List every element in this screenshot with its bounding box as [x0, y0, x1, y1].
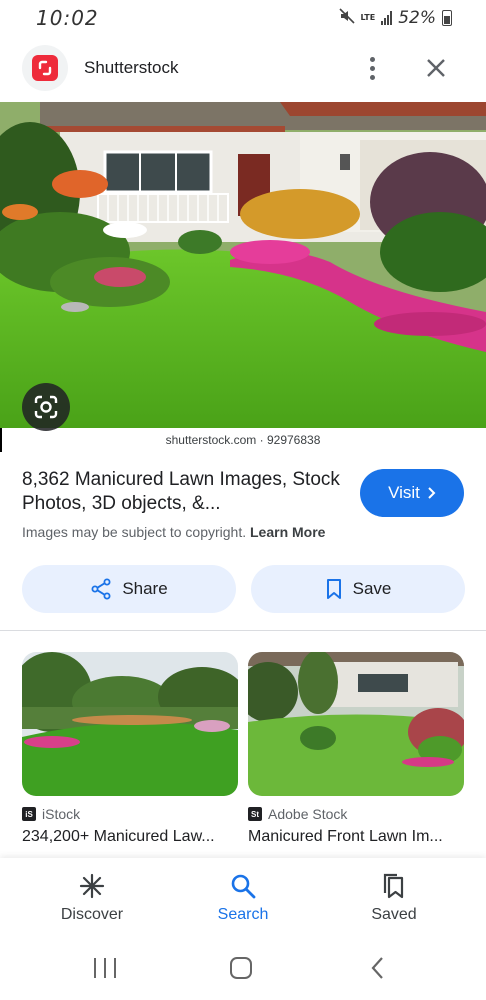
adobe-stock-logo-icon: St: [248, 807, 262, 821]
related-title[interactable]: 234,200+ Manicured Law...: [22, 828, 238, 846]
learn-more-link[interactable]: Learn More: [250, 524, 325, 540]
recent-apps-icon[interactable]: [94, 958, 116, 978]
source-header: Shutterstock: [0, 36, 486, 100]
bottom-nav: Discover Search Saved: [0, 858, 486, 940]
nav-discover-label: Discover: [60, 906, 124, 923]
mute-icon: [338, 8, 355, 28]
back-icon[interactable]: [368, 954, 386, 982]
nav-search[interactable]: Search: [183, 872, 303, 924]
nav-saved-label: Saved: [371, 906, 417, 923]
battery-icon: [442, 10, 452, 26]
copyright-notice: Images may be subject to copyright. Lear…: [22, 524, 325, 540]
save-button[interactable]: Save: [251, 565, 465, 613]
lens-icon: [34, 395, 58, 419]
more-options-icon[interactable]: [358, 54, 386, 82]
share-icon: [91, 578, 111, 600]
source-caption: shutterstock.com · 92976838: [165, 433, 321, 447]
nav-discover[interactable]: Discover: [32, 872, 152, 924]
istock-logo-icon: iS: [22, 807, 36, 821]
related-thumbnail[interactable]: [22, 652, 238, 796]
related-result-card[interactable]: St Adobe Stock Manicured Front Lawn Im..…: [248, 652, 464, 846]
visit-label: Visit: [388, 483, 420, 502]
related-thumbnail[interactable]: [248, 652, 464, 796]
related-source-name: iStock: [42, 806, 81, 822]
related-source: St Adobe Stock: [248, 806, 464, 822]
copyright-text: Images may be subject to copyright.: [22, 524, 247, 540]
nav-saved[interactable]: Saved: [334, 872, 454, 924]
site-title[interactable]: Shutterstock: [84, 58, 179, 78]
status-bar: 10:02 LTE 52%: [0, 0, 486, 36]
signal-icon: [381, 11, 393, 25]
nav-search-label: Search: [217, 906, 269, 923]
chevron-right-icon: [428, 487, 436, 499]
visit-button[interactable]: Visit: [360, 469, 464, 517]
battery-percent: 52%: [398, 8, 436, 28]
related-source: iS iStock: [22, 806, 238, 822]
search-icon: [231, 874, 256, 899]
related-source-name: Adobe Stock: [268, 806, 348, 822]
shutterstock-logo-icon[interactable]: [22, 45, 68, 91]
related-result-card[interactable]: iS iStock 234,200+ Manicured Law...: [22, 652, 238, 846]
status-icons: LTE 52%: [338, 8, 452, 28]
save-label: Save: [352, 579, 392, 598]
result-image[interactable]: [0, 102, 486, 428]
divider: [0, 630, 486, 631]
home-icon[interactable]: [230, 957, 252, 979]
status-time: 10:02: [36, 6, 99, 30]
asterisk-icon: [79, 873, 105, 899]
system-nav-bar: [0, 940, 486, 1000]
bookmark-icon: [326, 579, 341, 599]
share-label: Share: [122, 579, 168, 598]
bookmarks-icon: [383, 873, 404, 899]
lte-icon: LTE: [360, 13, 376, 22]
share-button[interactable]: Share: [22, 565, 236, 613]
related-title[interactable]: Manicured Front Lawn Im...: [248, 828, 464, 846]
result-title[interactable]: 8,362 Manicured Lawn Images, Stock Photo…: [22, 468, 342, 516]
close-icon[interactable]: [422, 54, 450, 82]
google-lens-button[interactable]: [22, 383, 70, 431]
